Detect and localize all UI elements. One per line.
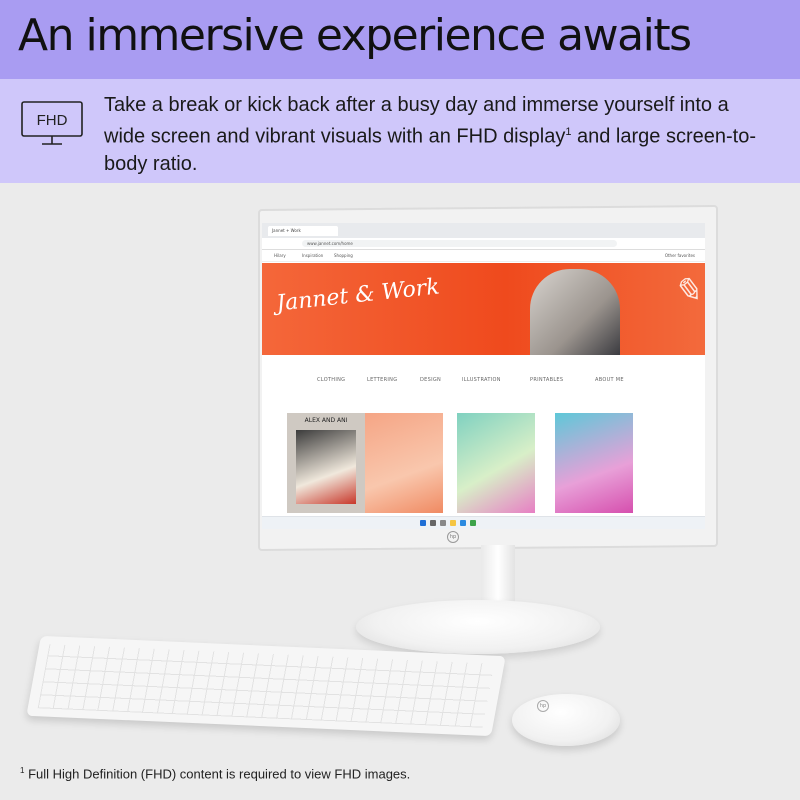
footnote: 1 Full High Definition (FHD) content is … bbox=[20, 766, 410, 781]
other-favorites[interactable]: Other favorites bbox=[665, 253, 695, 258]
nav-item[interactable]: ILLUSTRATION bbox=[462, 377, 501, 383]
mouse bbox=[512, 694, 620, 746]
folder-icon[interactable] bbox=[450, 520, 456, 526]
fhd-icon-label: FHD bbox=[37, 112, 68, 129]
footnote-marker: 1 bbox=[20, 766, 25, 775]
card-image[interactable] bbox=[555, 413, 633, 513]
windows-start-icon[interactable] bbox=[420, 520, 426, 526]
address-field[interactable]: www.jannet.com/home bbox=[302, 240, 617, 247]
monitor-screen: Jannet + Work www.jannet.com/home Hilary… bbox=[262, 223, 705, 529]
browser-address-bar: www.jannet.com/home bbox=[262, 238, 705, 250]
hero-photo bbox=[530, 269, 620, 355]
monitor-icon: FHD bbox=[21, 101, 83, 145]
page-title: An immersive experience awaits bbox=[18, 10, 692, 61]
card-label: ALEX AND ANI bbox=[304, 417, 348, 424]
website-hero: ✎ Jannet & Work bbox=[262, 263, 705, 355]
header-banner: An immersive experience awaits bbox=[0, 0, 800, 79]
favorite-item[interactable]: Shopping bbox=[334, 253, 353, 258]
browser-tab-bar: Jannet + Work bbox=[262, 223, 705, 238]
hp-logo-icon: hp bbox=[447, 531, 459, 543]
card-image[interactable] bbox=[365, 413, 443, 513]
nav-item[interactable]: DESIGN bbox=[420, 377, 441, 383]
search-icon[interactable] bbox=[430, 520, 436, 526]
footnote-text: Full High Definition (FHD) content is re… bbox=[28, 766, 411, 782]
task-view-icon[interactable] bbox=[440, 520, 446, 526]
card-image[interactable] bbox=[457, 413, 535, 513]
browser-icon[interactable] bbox=[460, 520, 466, 526]
browser-tab[interactable]: Jannet + Work bbox=[268, 226, 338, 236]
keyboard-keys bbox=[37, 644, 495, 728]
feature-description: Take a break or kick back after a busy d… bbox=[104, 92, 764, 178]
favorite-item[interactable]: Inspiration bbox=[302, 253, 323, 258]
hero-decoration: ✎ bbox=[672, 271, 702, 311]
mouse-hp-logo-icon: hp bbox=[537, 700, 549, 712]
os-taskbar bbox=[262, 516, 705, 529]
card-art bbox=[296, 430, 356, 504]
website-nav: CLOTHING LETTERING DESIGN ILLUSTRATION P… bbox=[262, 373, 705, 387]
nav-item[interactable]: LETTERING bbox=[367, 377, 397, 383]
favorites-bar: Hilary Inspiration Shopping Other favori… bbox=[262, 250, 705, 262]
nav-item[interactable]: CLOTHING bbox=[317, 377, 345, 383]
card-image[interactable]: ALEX AND ANI bbox=[287, 413, 365, 513]
nav-item[interactable]: PRINTABLES bbox=[530, 377, 563, 383]
favorite-item[interactable]: Hilary bbox=[274, 253, 286, 258]
nav-item[interactable]: ABOUT ME bbox=[595, 377, 624, 383]
monitor-base bbox=[356, 600, 600, 654]
store-icon[interactable] bbox=[470, 520, 476, 526]
website-cards: ALEX AND ANI bbox=[287, 413, 667, 513]
